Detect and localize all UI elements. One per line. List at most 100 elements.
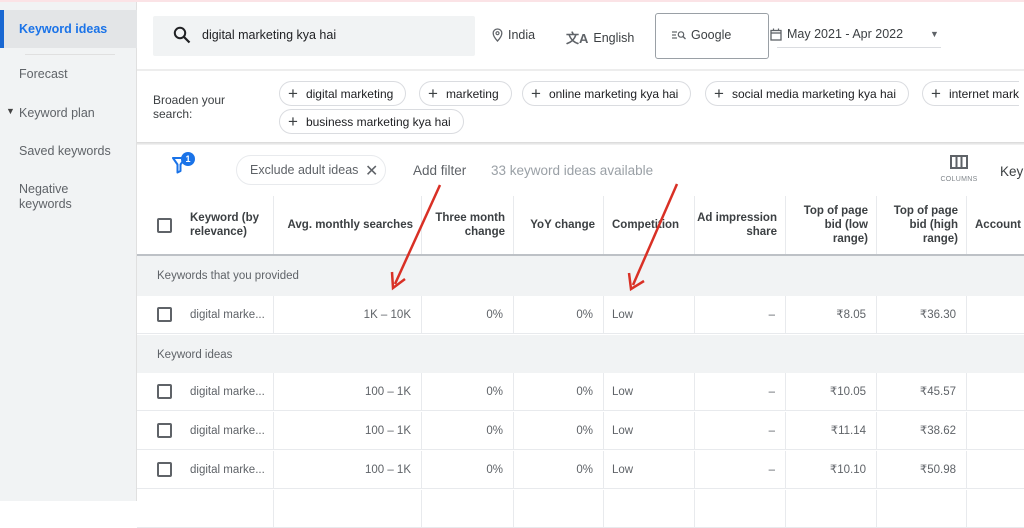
row-checkbox[interactable] (157, 307, 172, 322)
table-row[interactable]: digital marke... 1K – 10K 0% 0% Low – ₹8.05 ₹36… (137, 296, 1024, 334)
broaden-chip[interactable]: + digital marketing (279, 81, 407, 106)
sidebar-item-label: Keyword ideas (19, 22, 108, 36)
keyword-search-input[interactable]: digital marketing kya hai (153, 16, 475, 56)
cell-three-month-change: 0% (422, 412, 514, 450)
exclude-adult-filter-chip[interactable]: Exclude adult ideas ✕ (236, 155, 386, 185)
card-divider (137, 142, 1024, 145)
date-range-selector[interactable]: May 2021 - Apr 2022 ▼ (770, 27, 939, 41)
cell-bid-high: ₹45.57 (877, 373, 967, 411)
cell-bid-low: ₹10.10 (786, 451, 877, 489)
columns-label: COLUMNS (940, 176, 978, 183)
keyword-view-label[interactable]: Key (1000, 164, 1023, 179)
cell-avg-searches: 1K – 10K (274, 296, 422, 334)
row-checkbox[interactable] (157, 462, 172, 477)
cell-account-status (967, 412, 1024, 450)
cell-avg-searches: 100 – 1K (274, 412, 422, 450)
cell-ad-impression-share: – (695, 451, 786, 489)
add-filter-button[interactable]: Add filter (413, 163, 466, 178)
column-header-three-month-change[interactable]: Three month change (422, 196, 514, 254)
cell-three-month-change (422, 490, 514, 528)
cell-account-status (967, 296, 1024, 334)
cell-keyword: digital marke... (137, 412, 274, 450)
column-header-competition[interactable]: Competition (604, 196, 695, 254)
language-selector[interactable]: 文A English (566, 28, 634, 47)
keyword-text[interactable]: digital marke... (190, 412, 265, 450)
broaden-chip[interactable]: + internet mark (922, 81, 1019, 106)
columns-icon (950, 155, 968, 169)
chip-label: business marketing kya hai (305, 114, 451, 129)
keyword-text[interactable]: digital marke... (190, 451, 265, 489)
header-separator (137, 69, 1024, 71)
cell-bid-high (877, 490, 967, 528)
column-header-bid-low[interactable]: Top of page bid (low range) (786, 196, 877, 254)
sidebar-item-negative-keywords[interactable]: Negative keywords (0, 182, 100, 212)
keyword-text[interactable]: digital marke... (190, 373, 265, 411)
column-header-keyword[interactable]: Keyword (by relevance) (182, 196, 274, 254)
location-selector[interactable]: India (492, 28, 535, 42)
column-header-avg-searches[interactable]: Avg. monthly searches (274, 196, 422, 254)
cell-bid-low (786, 490, 877, 528)
table-row[interactable]: digital marke... 100 – 1K 0% 0% Low – ₹10.10 ₹5… (137, 451, 1024, 489)
broaden-chip[interactable]: + business marketing kya hai (279, 109, 464, 134)
location-pin-icon (492, 28, 503, 42)
cell-bid-low: ₹11.14 (786, 412, 877, 450)
cell-competition: Low (604, 373, 695, 411)
group-header-ideas: Keyword ideas (137, 335, 1024, 375)
network-label: Google (691, 28, 732, 42)
chip-label: marketing (445, 86, 499, 101)
columns-button[interactable]: COLUMNS (938, 155, 980, 191)
select-all-checkbox[interactable] (157, 218, 172, 233)
close-icon[interactable]: ✕ (365, 161, 378, 181)
column-header-ad-impression-share[interactable]: Ad impression share (695, 196, 786, 254)
cell-ad-impression-share: – (695, 373, 786, 411)
plus-icon: + (714, 84, 724, 103)
row-checkbox[interactable] (157, 423, 172, 438)
cell-yoy-change: 0% (514, 451, 604, 489)
header-label: Three month change (435, 212, 505, 238)
table-row[interactable]: digital marke... 100 – 1K 0% 0% Low – ₹11.14 ₹3… (137, 412, 1024, 450)
caret-down-icon: ▼ (6, 106, 15, 116)
cell-bid-high: ₹38.62 (877, 412, 967, 450)
plus-icon: + (288, 112, 298, 131)
table-row[interactable]: digital marke... 100 – 1K 0% 0% Low – ₹10.05 ₹4… (137, 373, 1024, 411)
cell-keyword: digital marke... (137, 451, 274, 489)
broaden-chip[interactable]: + online marketing kya hai (522, 81, 692, 106)
plus-icon: + (428, 84, 438, 103)
column-header-yoy-change[interactable]: YoY change (514, 196, 604, 254)
language-label: English (593, 30, 635, 45)
cell-competition: Low (604, 412, 695, 450)
broaden-search-label: Broaden your search: (153, 93, 226, 121)
plus-icon: + (931, 84, 941, 103)
sidebar-item-forecast[interactable]: Forecast (0, 67, 137, 81)
cell-account-status (967, 490, 1024, 528)
cell-three-month-change: 0% (422, 373, 514, 411)
header-label: Account S (975, 219, 1024, 231)
column-header-account-status[interactable]: Account S (967, 196, 1024, 254)
filter-count-badge: 1 (181, 152, 195, 166)
cell-three-month-change: 0% (422, 451, 514, 489)
sidebar-item-keyword-ideas[interactable]: Keyword ideas (0, 10, 137, 48)
keyword-text[interactable]: digital marke... (190, 296, 265, 334)
plus-icon: + (531, 84, 541, 103)
cell-ad-impression-share: – (695, 296, 786, 334)
chip-label: digital marketing (305, 86, 394, 101)
header-label: Keyword (by relevance) (190, 212, 260, 238)
table-header: Keyword (by relevance) Avg. monthly sear… (137, 196, 1024, 256)
sidebar-item-label: Saved keywords (19, 144, 111, 158)
chip-label: social media marketing kya hai (731, 86, 897, 101)
sidebar-item-keyword-plan[interactable]: ▼ Keyword plan (0, 106, 137, 120)
broaden-chip[interactable]: + marketing (419, 81, 512, 106)
cell-ad-impression-share: – (695, 412, 786, 450)
sidebar-item-saved-keywords[interactable]: Saved keywords (0, 144, 137, 158)
search-network-icon (672, 31, 686, 40)
broaden-chip[interactable]: + social media marketing kya hai (705, 81, 910, 106)
dropdown-arrow-icon: ▼ (930, 29, 939, 39)
location-label: India (508, 28, 536, 42)
header-label: Top of page bid (low range) (803, 205, 868, 245)
row-checkbox[interactable] (157, 384, 172, 399)
translate-icon: 文A (566, 31, 589, 46)
cell-keyword: digital marke... (137, 296, 274, 334)
network-selector-content[interactable]: Google (672, 28, 731, 42)
column-header-bid-high[interactable]: Top of page bid (high range) (877, 196, 967, 254)
sidebar-item-label: Negative keywords (19, 182, 72, 211)
